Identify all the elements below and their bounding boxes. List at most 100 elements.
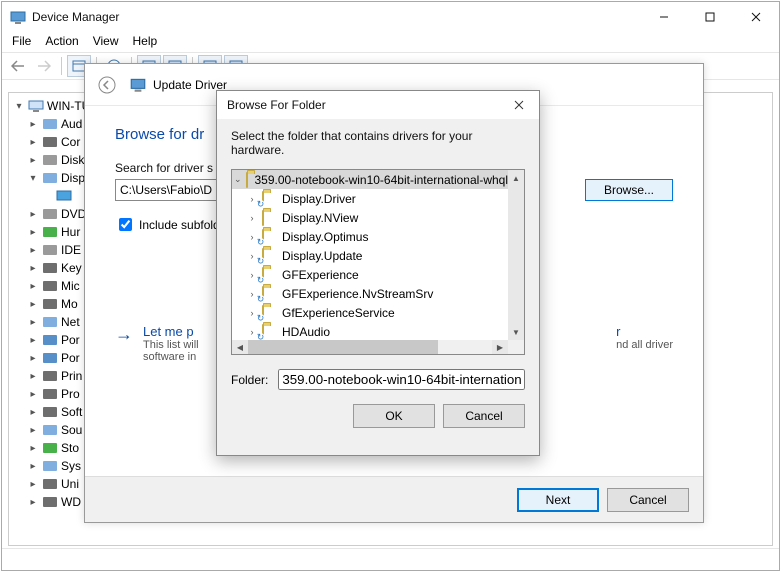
expand-icon[interactable]: ▸	[27, 118, 39, 130]
dialog-titlebar: Browse For Folder	[217, 91, 539, 119]
expand-icon[interactable]: ▸	[27, 406, 39, 418]
device-icon	[42, 351, 58, 365]
folder-icon	[262, 230, 278, 244]
scroll-left-button[interactable]: ◀	[232, 340, 248, 354]
folder-icon	[262, 211, 278, 225]
tree-node-label: WD	[61, 495, 81, 509]
folder-icon	[262, 325, 278, 339]
window-title: Device Manager	[32, 10, 641, 24]
tree-node-label: Sys	[61, 459, 81, 473]
folder-tree-item[interactable]: ›Display.Update	[232, 246, 508, 265]
folder-tree-item[interactable]: ›Display.Optimus	[232, 227, 508, 246]
device-icon	[42, 459, 58, 473]
maximize-button[interactable]	[687, 2, 733, 32]
expand-icon[interactable]: ▸	[27, 262, 39, 274]
expand-icon[interactable]: ▾	[27, 172, 39, 184]
arrow-right-icon: →	[115, 324, 133, 363]
menu-help[interactable]: Help	[133, 34, 158, 48]
dialog-title: Browse For Folder	[227, 98, 505, 112]
folder-tree-item-label: HDAudio	[282, 325, 330, 339]
folder-icon	[262, 306, 278, 320]
chevron-right-icon[interactable]: ›	[246, 213, 258, 223]
expand-icon[interactable]: ▸	[27, 280, 39, 292]
wizard-button-row: Next Cancel	[85, 476, 703, 522]
device-icon	[42, 117, 58, 131]
scroll-down-button[interactable]: ▼	[508, 324, 524, 340]
expand-icon[interactable]: ▸	[27, 154, 39, 166]
tree-node-label: Key	[61, 261, 82, 275]
folder-tree-item-label: GFExperience.NvStreamSrv	[282, 287, 433, 301]
device-icon	[42, 369, 58, 383]
folder-tree-item-label: Display.NView	[282, 211, 358, 225]
tree-node-label: Por	[61, 351, 80, 365]
folder-tree[interactable]: ⌄359.00-notebook-win10-64bit-internation…	[231, 169, 525, 355]
horizontal-scrollbar[interactable]: ◀ ▶	[232, 340, 508, 354]
dialog-cancel-button[interactable]: Cancel	[443, 404, 525, 428]
minimize-button[interactable]	[641, 2, 687, 32]
expand-icon[interactable]: ▸	[27, 388, 39, 400]
folder-tree-item[interactable]: ›GFExperience	[232, 265, 508, 284]
expand-icon[interactable]: ▸	[27, 442, 39, 454]
menu-file[interactable]: File	[12, 34, 31, 48]
expand-icon[interactable]: ▸	[27, 226, 39, 238]
folder-tree-item[interactable]: ›HDAudio	[232, 322, 508, 340]
dialog-close-button[interactable]	[505, 95, 533, 115]
tree-node-label: Net	[61, 315, 80, 329]
folder-tree-root[interactable]: ⌄359.00-notebook-win10-64bit-internation…	[232, 170, 508, 189]
tree-node-label: IDE	[61, 243, 81, 257]
wizard-header-icon	[129, 76, 147, 94]
display-adapter-icon	[56, 188, 72, 204]
expand-icon[interactable]: ▸	[27, 424, 39, 436]
expand-icon[interactable]: ▸	[27, 136, 39, 148]
folder-field-input[interactable]	[278, 369, 525, 390]
chevron-down-icon[interactable]: ⌄	[234, 174, 242, 185]
browse-button[interactable]: Browse...	[585, 179, 673, 201]
scroll-thumb[interactable]	[248, 340, 438, 354]
include-subfolders-input[interactable]	[119, 218, 132, 231]
expand-icon[interactable]: ▸	[27, 298, 39, 310]
computer-icon	[28, 98, 44, 114]
menu-action[interactable]: Action	[45, 34, 78, 48]
wizard-back-button[interactable]	[93, 71, 121, 99]
expand-icon[interactable]: ▸	[27, 478, 39, 490]
scroll-right-button[interactable]: ▶	[492, 340, 508, 354]
ok-button[interactable]: OK	[353, 404, 435, 428]
toolbar-back-button[interactable]	[6, 55, 30, 77]
menu-bar: File Action View Help	[2, 32, 779, 52]
folder-tree-item[interactable]: › Display.NView	[232, 208, 508, 227]
device-icon	[42, 243, 58, 257]
collapse-icon[interactable]: ▾	[13, 100, 25, 112]
toolbar-forward-button[interactable]	[32, 55, 56, 77]
expand-icon[interactable]: ▸	[27, 334, 39, 346]
expand-icon[interactable]: ▸	[27, 460, 39, 472]
vertical-scrollbar[interactable]: ▲ ▼	[508, 170, 524, 340]
cancel-button[interactable]: Cancel	[607, 488, 689, 512]
expand-icon[interactable]: ▸	[27, 244, 39, 256]
tree-node-label: Soft	[61, 405, 82, 419]
menu-view[interactable]: View	[93, 34, 119, 48]
tree-node-label: Aud	[61, 117, 82, 131]
expand-icon[interactable]: ▸	[27, 316, 39, 328]
app-icon	[10, 9, 26, 25]
scroll-up-button[interactable]: ▲	[508, 170, 524, 186]
expand-icon[interactable]: ▸	[27, 496, 39, 508]
expand-icon[interactable]: ▸	[27, 208, 39, 220]
expand-icon[interactable]: ▸	[27, 370, 39, 382]
tree-node-label: Sto	[61, 441, 79, 455]
device-icon	[42, 405, 58, 419]
folder-tree-item-label: GFExperience	[282, 268, 359, 282]
folder-tree-item[interactable]: ›Display.Driver	[232, 189, 508, 208]
folder-tree-item[interactable]: ›GFExperience.NvStreamSrv	[232, 284, 508, 303]
tree-node-label: Disk	[61, 153, 84, 167]
tree-node-label: Pro	[61, 387, 80, 401]
device-icon	[42, 225, 58, 239]
device-icon	[42, 495, 58, 509]
device-icon	[42, 297, 58, 311]
device-icon	[42, 171, 58, 185]
next-button[interactable]: Next	[517, 488, 599, 512]
tree-node-label: Disp	[61, 171, 85, 185]
device-icon	[42, 387, 58, 401]
close-button[interactable]	[733, 2, 779, 32]
expand-icon[interactable]: ▸	[27, 352, 39, 364]
folder-tree-item[interactable]: ›GfExperienceService	[232, 303, 508, 322]
